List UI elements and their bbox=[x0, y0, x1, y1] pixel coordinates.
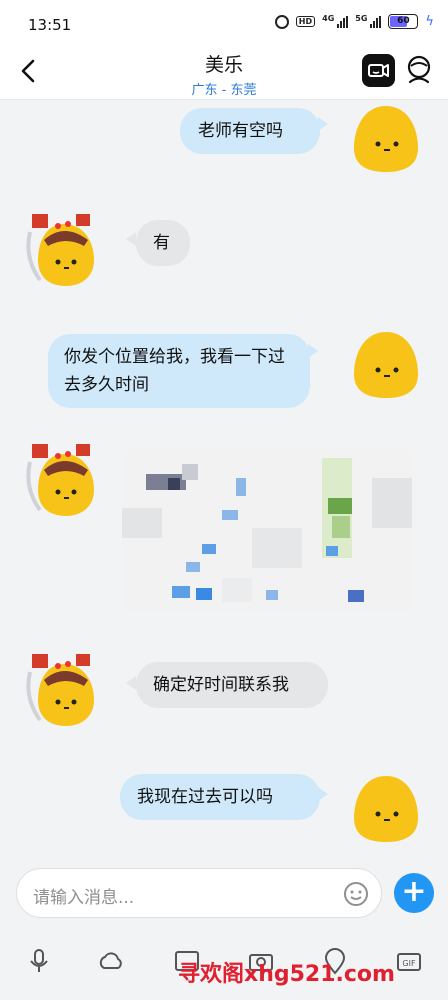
message-bubble-received[interactable]: 确定好时间联系我 bbox=[136, 662, 328, 708]
alarm-icon bbox=[274, 14, 289, 29]
bubble-tail bbox=[318, 787, 328, 801]
message-input[interactable]: 请输入消息... bbox=[16, 868, 382, 918]
contact-avatar[interactable] bbox=[24, 440, 96, 518]
status-time: 13:51 bbox=[28, 16, 72, 34]
video-camera-icon bbox=[368, 64, 389, 77]
hd-badge: HD bbox=[295, 16, 316, 27]
message-text: 我现在过去可以吗 bbox=[137, 787, 273, 807]
more-plus-button[interactable]: + bbox=[394, 873, 434, 913]
contact-avatar[interactable] bbox=[24, 210, 96, 288]
my-avatar[interactable] bbox=[350, 770, 422, 848]
message-input-placeholder: 请输入消息... bbox=[33, 888, 135, 908]
emoji-icon[interactable] bbox=[343, 881, 369, 907]
profile-icon[interactable] bbox=[404, 54, 434, 86]
signal-icon bbox=[337, 15, 349, 28]
message-text: 有 bbox=[153, 233, 170, 253]
network-5g-label: 5G bbox=[355, 14, 368, 23]
watermark-text: 寻欢阁xhg521.com bbox=[178, 962, 395, 987]
contact-avatar[interactable] bbox=[24, 650, 96, 728]
my-avatar[interactable] bbox=[350, 326, 422, 404]
svg-text:GIF: GIF bbox=[402, 959, 416, 968]
gif-icon[interactable]: GIF bbox=[394, 946, 424, 976]
my-avatar[interactable] bbox=[350, 100, 422, 178]
cloud-icon[interactable] bbox=[96, 946, 126, 976]
message-text: 你发个位置给我，我看一下过去多久时间 bbox=[64, 347, 285, 395]
chat-header: 美乐 广东 - 东莞 bbox=[0, 48, 448, 100]
bubble-tail bbox=[126, 232, 136, 246]
message-bubble-received[interactable]: 有 bbox=[136, 220, 190, 266]
bubble-tail bbox=[318, 117, 328, 131]
message-text: 确定好时间联系我 bbox=[153, 675, 289, 695]
network-4g-label: 4G bbox=[322, 14, 335, 23]
message-bubble-sent[interactable]: 我现在过去可以吗 bbox=[120, 774, 320, 820]
status-bar: 13:51 HD 4G 5G 60 ϟ bbox=[0, 0, 448, 48]
video-call-button[interactable] bbox=[362, 54, 395, 87]
message-text: 老师有空吗 bbox=[198, 121, 283, 141]
message-input-bar: 请输入消息... + bbox=[0, 862, 448, 926]
bubble-tail bbox=[308, 344, 318, 358]
bubble-tail bbox=[126, 676, 136, 690]
signal-icon-2 bbox=[370, 15, 382, 28]
message-bubble-sent[interactable]: 你发个位置给我，我看一下过去多久时间 bbox=[48, 334, 310, 408]
charging-icon: ϟ bbox=[425, 14, 434, 29]
location-map-message[interactable] bbox=[122, 448, 414, 612]
mic-icon[interactable] bbox=[24, 946, 54, 976]
status-icons: HD 4G 5G 60 ϟ bbox=[274, 14, 434, 29]
battery-icon: 60 bbox=[388, 14, 419, 29]
message-bubble-sent[interactable]: 老师有空吗 bbox=[180, 108, 320, 154]
